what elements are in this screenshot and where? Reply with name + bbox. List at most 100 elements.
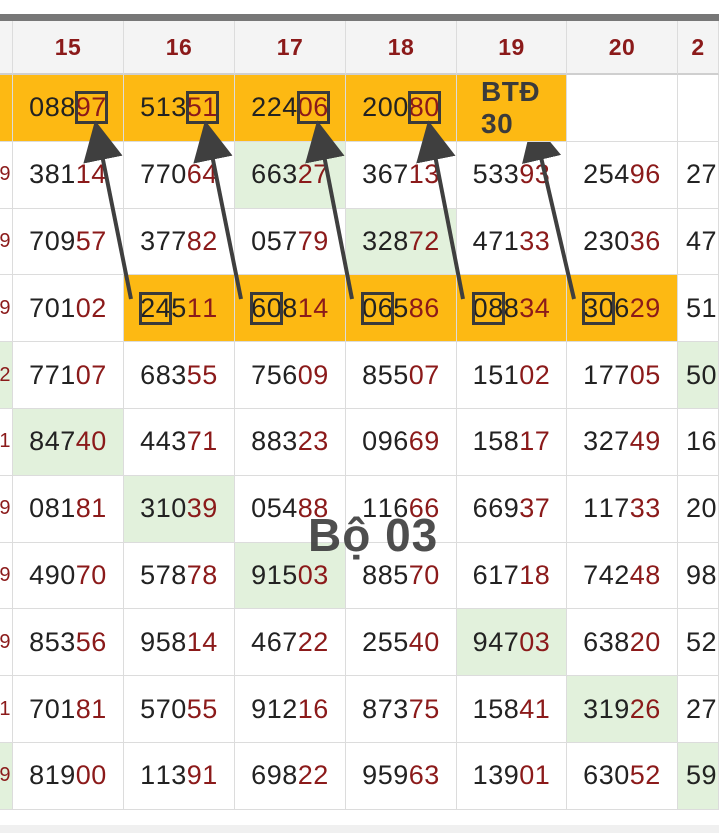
result-cell: 84740 — [13, 409, 124, 476]
result-cell: 15841 — [457, 676, 567, 743]
result-cell: 53393 — [457, 141, 567, 209]
boxed-digits: 51 — [185, 91, 219, 125]
result-cell: 09669 — [346, 409, 457, 476]
btd-text: BTĐ 30 — [481, 75, 541, 139]
result-cell: 74248 — [567, 542, 678, 610]
result-cell: 66327 — [235, 141, 346, 209]
result-cell: 47 — [678, 208, 719, 276]
result-cell: 25540 — [346, 609, 457, 677]
result-cell: 85507 — [346, 342, 457, 409]
result-cell: 32749 — [567, 409, 678, 476]
result-cell: 9 — [0, 275, 13, 343]
result-cell: 36713 — [346, 141, 457, 209]
result-cell: 75609 — [235, 342, 346, 409]
result-cell: 9 — [0, 743, 13, 810]
results-grid: 15 16 17 18 19 20 2 0 8 8 97 5 1 3 51 2 2 4 06 2 0 0 80 BTĐ 30 9… — [0, 21, 719, 825]
result-cell: 11733 — [567, 475, 678, 543]
result-cell: 91216 — [235, 676, 346, 743]
bottom-bar — [0, 825, 719, 833]
result-cell: 50 — [678, 342, 719, 409]
boxed-digits: 30 — [582, 291, 616, 325]
column-header: 20 — [567, 21, 678, 75]
boxed-digits: 06 — [296, 91, 330, 125]
result-cell: 0 8 8 97 — [13, 75, 124, 142]
result-cell: 77064 — [124, 141, 235, 209]
result-cell: 57878 — [124, 542, 235, 610]
result-cell: 38114 — [13, 141, 124, 209]
result-cell: 49070 — [13, 542, 124, 610]
result-cell: 70957 — [13, 208, 124, 276]
result-cell: 9 — [0, 208, 13, 276]
result-cell: 08 8 3 4 — [457, 275, 567, 343]
top-bar — [0, 14, 719, 21]
boxed-digits: 97 — [74, 91, 108, 125]
result-cell: 2 — [0, 342, 13, 409]
result-cell: 9 — [0, 542, 13, 610]
result-cell — [678, 75, 719, 142]
result-cell — [567, 75, 678, 142]
result-cell: 66937 — [457, 475, 567, 543]
result-cell: 25496 — [567, 141, 678, 209]
column-header: 15 — [13, 21, 124, 75]
boxed-digits: 80 — [407, 91, 441, 125]
column-header: 18 — [346, 21, 457, 75]
result-cell: 9 — [0, 141, 13, 209]
result-cell: 06 5 8 6 — [346, 275, 457, 343]
result-cell: 24 5 1 1 — [124, 275, 235, 343]
result-cell: 31926 — [567, 676, 678, 743]
result-cell: 9 — [0, 475, 13, 543]
result-cell: 52 — [678, 609, 719, 677]
boxed-digits: 06 — [361, 291, 395, 325]
result-cell: 85356 — [13, 609, 124, 677]
result-cell: 68355 — [124, 342, 235, 409]
btd-label: BTĐ 30 — [457, 75, 567, 142]
column-header: 19 — [457, 21, 567, 75]
result-cell — [0, 75, 13, 142]
result-cell: 61718 — [457, 542, 567, 610]
result-cell: 1 — [0, 676, 13, 743]
result-cell: 15817 — [457, 409, 567, 476]
result-cell: 27 — [678, 141, 719, 209]
result-cell: 05779 — [235, 208, 346, 276]
result-cell: 77107 — [13, 342, 124, 409]
boxed-digits: 24 — [139, 291, 173, 325]
column-header: 17 — [235, 21, 346, 75]
result-cell: 2 2 4 06 — [235, 75, 346, 142]
watermark-label: Bộ 03 — [308, 509, 439, 561]
result-cell: 5 1 3 51 — [124, 75, 235, 142]
result-cell: 70102 — [13, 275, 124, 343]
result-cell: 98 — [678, 542, 719, 610]
result-cell: 27 — [678, 676, 719, 743]
result-cell: 94703 — [457, 609, 567, 677]
result-cell: 20 — [678, 475, 719, 543]
result-cell: 13901 — [457, 743, 567, 810]
result-cell: 69822 — [235, 743, 346, 810]
result-cell: 95963 — [346, 743, 457, 810]
result-cell: 31039 — [124, 475, 235, 543]
column-header — [0, 21, 13, 75]
result-cell: 32872 — [346, 208, 457, 276]
result-cell: 30 6 2 9 — [567, 275, 678, 343]
result-cell: 2 0 0 80 — [346, 75, 457, 142]
result-cell: 60 8 1 4 — [235, 275, 346, 343]
result-cell: 23036 — [567, 208, 678, 276]
boxed-digits: 60 — [250, 291, 284, 325]
result-cell: 11391 — [124, 743, 235, 810]
result-cell: 1 — [0, 409, 13, 476]
column-header: 16 — [124, 21, 235, 75]
result-cell: 9 — [0, 609, 13, 677]
result-cell: 95814 — [124, 609, 235, 677]
result-cell: 16 — [678, 409, 719, 476]
result-cell: 63052 — [567, 743, 678, 810]
result-cell: 63820 — [567, 609, 678, 677]
result-cell: 08181 — [13, 475, 124, 543]
boxed-digits: 08 — [471, 291, 505, 325]
result-cell: 46722 — [235, 609, 346, 677]
column-header: 2 — [678, 21, 719, 75]
result-cell: 44371 — [124, 409, 235, 476]
result-cell: 17705 — [567, 342, 678, 409]
result-cell: 88323 — [235, 409, 346, 476]
result-cell: 59 — [678, 743, 719, 810]
result-cell: 37782 — [124, 208, 235, 276]
result-cell: 47133 — [457, 208, 567, 276]
